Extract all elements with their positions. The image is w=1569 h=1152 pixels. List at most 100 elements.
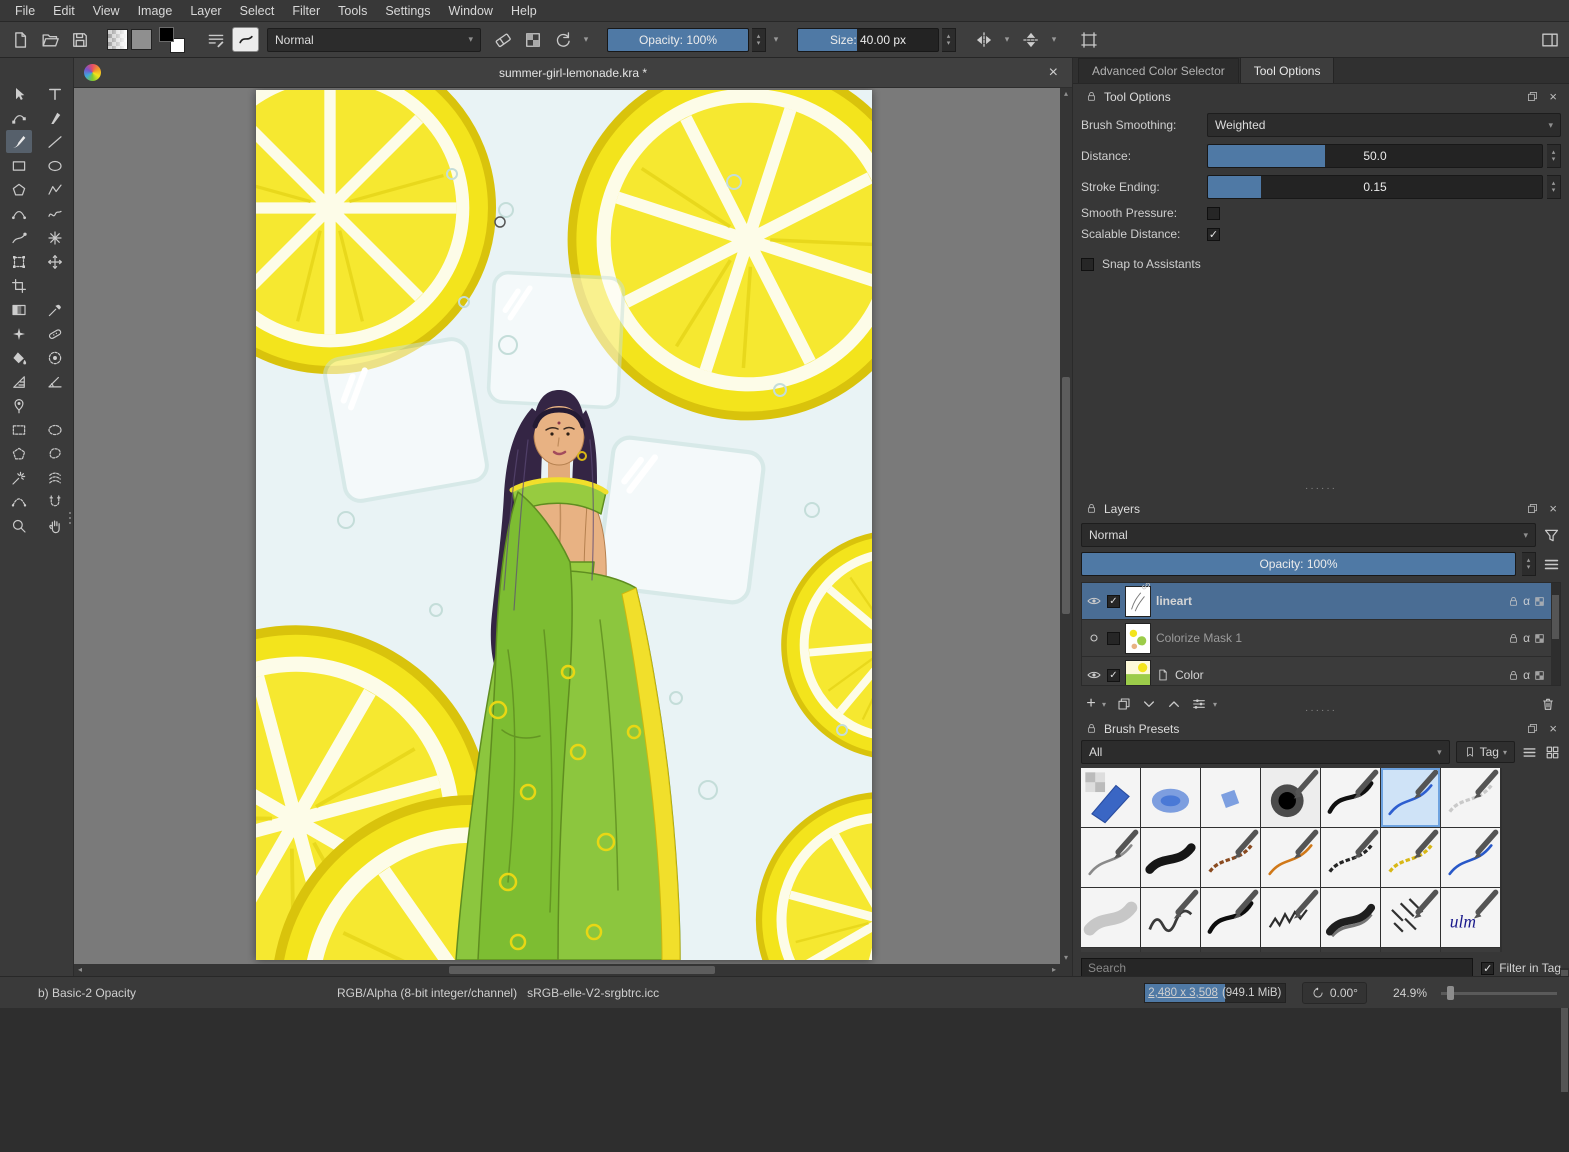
layer-options-button[interactable]	[1542, 555, 1561, 574]
menu-file[interactable]: File	[6, 1, 44, 21]
filter-in-tag-checkbox[interactable]: ✓	[1481, 961, 1495, 975]
brush-preset-thumbnail[interactable]: ulm	[1441, 888, 1500, 947]
brush-size-spin-buttons[interactable]: ▴ ▾	[942, 27, 956, 52]
dynamic-brush-tool[interactable]	[6, 226, 32, 249]
preset-search-input[interactable]	[1081, 958, 1474, 978]
mirror-vertical-dropdown[interactable]: ▾	[1047, 28, 1061, 52]
save-document-button[interactable]	[66, 26, 93, 53]
brush-preset-thumbnail[interactable]	[1381, 828, 1440, 887]
measure-tool[interactable]	[42, 370, 68, 393]
close-docker-icon[interactable]: ×	[1549, 502, 1557, 515]
freehand-brush-tool[interactable]	[5, 130, 32, 153]
layer-select-checkbox[interactable]	[1107, 631, 1120, 645]
canvas-horizontal-scrollbar[interactable]: ◂ ▸	[74, 964, 1060, 976]
layer-select-checkbox[interactable]: ✓	[1107, 594, 1120, 608]
rectangular-selection-tool[interactable]	[6, 418, 32, 441]
edit-shapes-tool[interactable]	[6, 106, 32, 129]
smooth-pressure-checkbox[interactable]	[1207, 206, 1220, 220]
opacity-slider[interactable]: Opacity: 100%	[607, 27, 749, 52]
brush-preset-thumbnail[interactable]	[1441, 828, 1500, 887]
menu-window[interactable]: Window	[440, 1, 502, 21]
scalable-distance-checkbox[interactable]: ✓	[1207, 227, 1220, 241]
menu-filter[interactable]: Filter	[283, 1, 329, 21]
bezier-selection-tool[interactable]	[6, 490, 32, 513]
brush-preset-thumbnail[interactable]	[1201, 948, 1260, 952]
brush-preset-thumbnail[interactable]	[1321, 888, 1380, 947]
menu-layer[interactable]: Layer	[181, 1, 230, 21]
reference-images-tool[interactable]	[6, 394, 32, 417]
opacity-dropdown[interactable]: ▾	[769, 28, 783, 52]
brush-preset-thumbnail[interactable]	[1321, 768, 1380, 827]
zoom-tool[interactable]	[6, 514, 32, 537]
canvas-artwork[interactable]	[256, 90, 872, 960]
docker-splitter-handle[interactable]	[1073, 708, 1569, 716]
pattern-edit-tool[interactable]	[6, 322, 32, 345]
brush-preset-thumbnail[interactable]	[1261, 828, 1320, 887]
brush-preset-thumbnail[interactable]	[1201, 768, 1260, 827]
freehand-selection-tool[interactable]	[42, 442, 68, 465]
docker-lock-icon[interactable]	[1085, 90, 1098, 103]
brush-preset-thumbnail[interactable]	[1141, 948, 1200, 952]
similar-color-selection-tool[interactable]	[42, 466, 68, 489]
foreground-background-color-selector[interactable]	[158, 26, 185, 53]
layer-opacity-slider[interactable]: Opacity: 100%	[1081, 552, 1516, 576]
menu-edit[interactable]: Edit	[44, 1, 84, 21]
docker-lock-icon[interactable]	[1085, 502, 1098, 515]
mirror-horizontal-dropdown[interactable]: ▾	[1000, 28, 1014, 52]
brush-preset-thumbnail[interactable]	[1441, 948, 1500, 952]
brush-preset-thumbnail[interactable]	[1441, 768, 1500, 827]
menu-view[interactable]: View	[84, 1, 129, 21]
float-docker-icon[interactable]	[1526, 722, 1539, 735]
trim-to-image-size-button[interactable]	[1075, 26, 1102, 53]
rectangle-tool[interactable]	[6, 154, 32, 177]
brush-preset-thumbnail[interactable]	[1261, 768, 1320, 827]
brush-preset-thumbnail[interactable]	[1081, 828, 1140, 887]
docker-splitter-handle[interactable]	[1073, 486, 1569, 494]
choose-brush-preset-button[interactable]	[202, 26, 229, 53]
vertical-scroll-thumb[interactable]	[1062, 377, 1070, 614]
docker-lock-icon[interactable]	[1085, 722, 1098, 735]
contiguous-selection-tool[interactable]	[6, 466, 32, 489]
enclose-and-fill-tool[interactable]	[42, 346, 68, 369]
brush-preset-thumbnail[interactable]	[1081, 768, 1140, 827]
brush-preset-thumbnail[interactable]	[1141, 888, 1200, 947]
close-document-button[interactable]: ×	[1049, 64, 1058, 81]
layer-list-scrollbar[interactable]	[1551, 583, 1560, 685]
distance-slider[interactable]: 50.0	[1207, 144, 1543, 168]
menu-help[interactable]: Help	[502, 1, 546, 21]
color-sampler-tool[interactable]	[42, 298, 68, 321]
canvas-vertical-scrollbar[interactable]: ▴ ▾	[1060, 88, 1072, 964]
gradient-swatch-button[interactable]	[107, 29, 128, 50]
mirror-horizontal-button[interactable]	[970, 26, 997, 53]
brush-preset-thumbnail[interactable]	[1321, 828, 1380, 887]
brush-preset-thumbnail[interactable]	[1321, 948, 1380, 952]
canvas-rotation-control[interactable]: 0.00°	[1301, 981, 1367, 1004]
open-document-button[interactable]	[36, 26, 63, 53]
horizontal-scroll-thumb[interactable]	[448, 966, 715, 974]
layer-row[interactable]: ✓ lineart α	[1082, 583, 1560, 620]
brush-preset-thumbnail[interactable]	[1141, 828, 1200, 887]
brush-preset-thumbnail[interactable]	[1381, 768, 1440, 827]
smart-patch-tool[interactable]	[42, 322, 68, 345]
canvas-viewport[interactable]	[74, 88, 1060, 964]
brush-preset-thumbnail[interactable]	[1201, 888, 1260, 947]
polyline-tool[interactable]	[42, 178, 68, 201]
freehand-path-tool[interactable]	[42, 202, 68, 225]
pattern-swatch-button[interactable]	[131, 29, 152, 50]
layer-thumbnail[interactable]	[1125, 622, 1151, 654]
brush-preset-thumbnail[interactable]	[1381, 948, 1440, 952]
polygonal-selection-tool[interactable]	[6, 442, 32, 465]
calligraphy-tool[interactable]	[42, 106, 68, 129]
polygon-tool[interactable]	[6, 178, 32, 201]
layer-opacity-spin-buttons[interactable]: ▴ ▾	[1522, 552, 1536, 576]
menu-image[interactable]: Image	[129, 1, 182, 21]
brush-preset-thumbnail[interactable]	[1381, 888, 1440, 947]
visibility-eye-icon[interactable]	[1086, 667, 1102, 683]
reload-options-dropdown[interactable]: ▾	[579, 28, 593, 52]
brush-preset-thumbnail[interactable]	[1081, 888, 1140, 947]
menu-settings[interactable]: Settings	[376, 1, 439, 21]
brush-preset-thumbnail[interactable]	[1201, 828, 1260, 887]
tag-button[interactable]: Tag ▾	[1455, 741, 1515, 763]
list-view-button[interactable]	[1521, 744, 1538, 761]
visibility-eye-icon[interactable]	[1086, 593, 1102, 609]
